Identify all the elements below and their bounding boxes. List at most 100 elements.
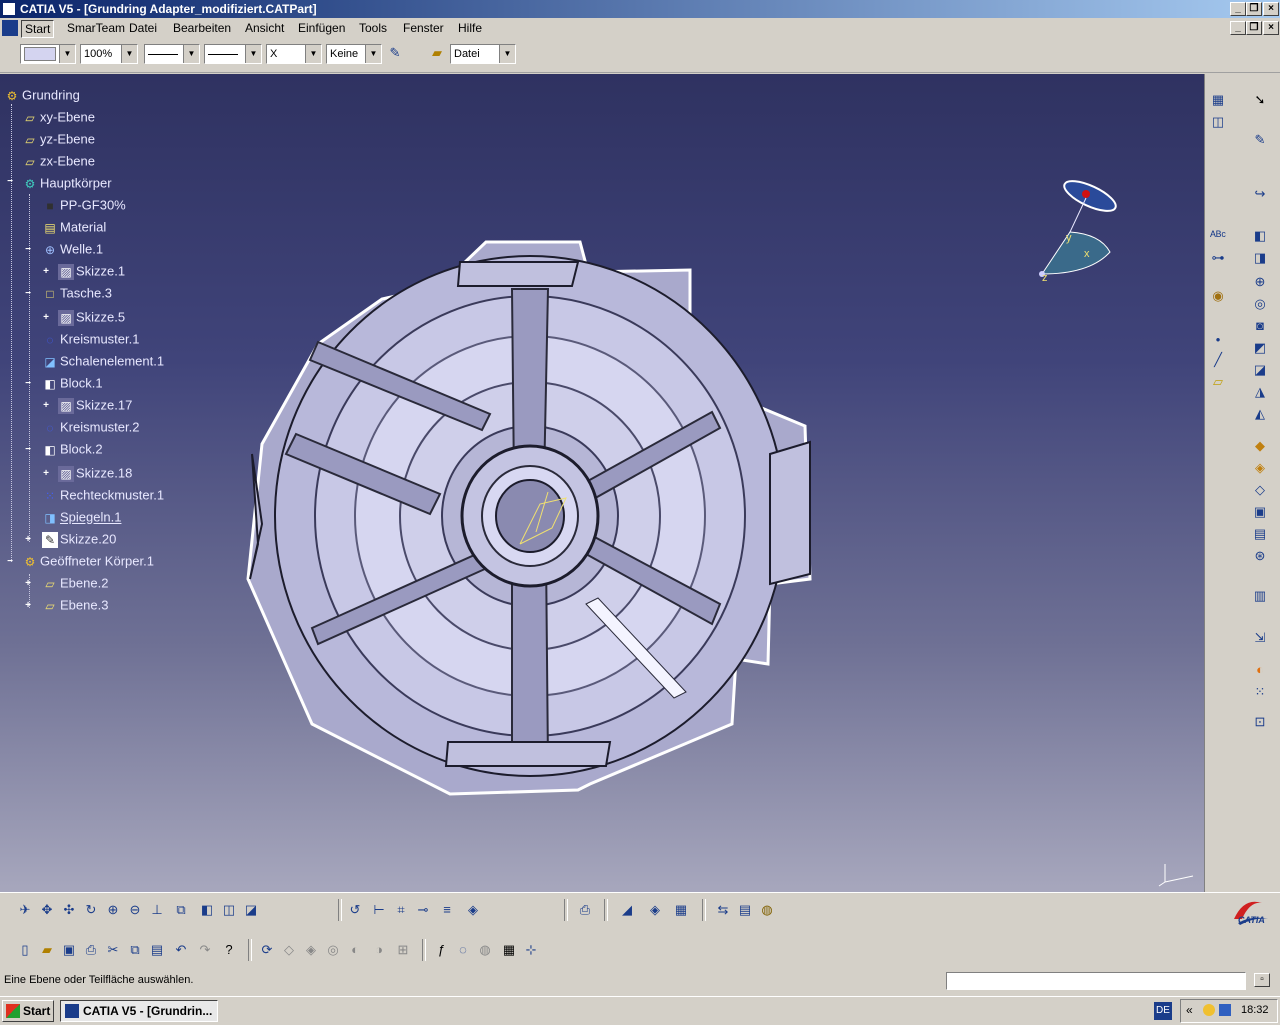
thickness-icon[interactable]: ▤	[1251, 526, 1269, 542]
tree-item-xy-ebene[interactable]: ▱ xy-Ebene	[22, 108, 95, 126]
dimension-icon[interactable]: ⌗	[392, 901, 410, 919]
collapse-icon[interactable]: −	[24, 379, 32, 389]
paste-icon[interactable]: ▤	[148, 941, 166, 959]
rib-icon[interactable]: ◩	[1251, 340, 1269, 356]
print-icon[interactable]: ⎙	[576, 901, 594, 919]
hole-icon[interactable]: ◎	[1251, 296, 1269, 312]
draft-icon[interactable]: ◇	[1251, 482, 1269, 498]
expand-icon[interactable]: +	[42, 469, 50, 479]
menu-ansicht[interactable]: Ansicht	[242, 20, 287, 36]
format-painter-icon[interactable]: ✎	[386, 44, 404, 62]
pocket-icon[interactable]: ◨	[1251, 250, 1269, 266]
tree-item-material-pp-gf30[interactable]: ■ PP-GF30%	[42, 196, 125, 214]
comment-icon[interactable]: ◌	[454, 941, 472, 959]
tree-item-ebene-3[interactable]: ▱ Ebene.3	[42, 596, 108, 614]
stiffener-icon[interactable]: ◮	[1251, 384, 1269, 400]
collapse-icon[interactable]: −	[6, 177, 14, 187]
select-arrow-icon[interactable]: ➘	[1251, 92, 1269, 108]
expand-icon[interactable]: +	[42, 267, 50, 277]
collapse-icon[interactable]: −	[24, 445, 32, 455]
tree-item-skizze-18[interactable]: ▨ Skizze.18	[58, 464, 132, 482]
line-thickness-combo[interactable]: ▼	[144, 44, 200, 64]
copy-icon[interactable]: ⧉	[126, 941, 144, 959]
slot-icon[interactable]: ◪	[1251, 362, 1269, 378]
apply-material-icon[interactable]: ◉	[1209, 288, 1227, 304]
render-style-icon[interactable]: ◧	[198, 901, 216, 919]
tree-item-zx-ebene[interactable]: ▱ zx-Ebene	[22, 152, 95, 170]
scaling-icon[interactable]: ⊡	[1251, 714, 1269, 730]
new-file-icon[interactable]: ▯	[16, 941, 34, 959]
mirror-icon[interactable]: ◐	[1251, 662, 1269, 678]
tray-network-icon[interactable]	[1219, 1004, 1231, 1016]
table-icon[interactable]: ▦	[500, 941, 518, 959]
layer-combo[interactable]: Keine ▼	[326, 44, 382, 64]
doc-close-icon[interactable]: ×	[1263, 21, 1279, 35]
expand-icon[interactable]: +	[42, 401, 50, 411]
command-input[interactable]	[946, 972, 1246, 990]
thread-icon[interactable]: ⊛	[1251, 548, 1269, 564]
texture-icon[interactable]: ◈	[646, 901, 664, 919]
tree-item-grundring[interactable]: ⚙ Grundring	[4, 86, 80, 104]
bulb-icon[interactable]: ◍	[758, 901, 776, 919]
plane-icon[interactable]: ▱	[1209, 374, 1227, 390]
list-icon[interactable]: ≡	[438, 901, 456, 919]
doc-restore-icon[interactable]: ❐	[1246, 21, 1262, 35]
apply-material-icon[interactable]: ◢	[618, 901, 636, 919]
datum-icon[interactable]: ◇	[280, 941, 298, 959]
command-button-icon[interactable]: ▫	[1254, 973, 1270, 987]
tray-app-icon[interactable]	[1203, 1004, 1215, 1016]
formula-icon[interactable]: ƒ	[432, 941, 450, 959]
line-icon[interactable]: ╱	[1209, 352, 1227, 368]
transformation-icon[interactable]: ⇲	[1251, 630, 1269, 646]
chamfer-icon[interactable]: ◈	[1251, 460, 1269, 476]
rotate-icon[interactable]: ↻	[82, 901, 100, 919]
normal-view-icon[interactable]: ⊥	[148, 901, 166, 919]
collapse-icon[interactable]: −	[6, 557, 14, 567]
expand-icon[interactable]: +	[24, 535, 32, 545]
update-icon[interactable]: ⟳	[258, 941, 276, 959]
point-icon[interactable]: •	[1209, 332, 1227, 348]
menu-fenster[interactable]: Fenster	[400, 20, 447, 36]
shell-icon[interactable]: ▣	[1251, 504, 1269, 520]
tree-item-skizze-1[interactable]: ▨ Skizze.1	[58, 262, 125, 280]
fit-all-icon[interactable]: ✥	[38, 901, 56, 919]
boolean-icon[interactable]: ▥	[1251, 588, 1269, 604]
zoom-out-icon[interactable]: ⊖	[126, 901, 144, 919]
menu-start[interactable]: Start	[21, 20, 55, 38]
tree-item-yz-ebene[interactable]: ▱ yz-Ebene	[22, 130, 95, 148]
sketcher-icon[interactable]: ✎	[1251, 132, 1269, 148]
menu-bearbeiten[interactable]: Bearbeiten	[170, 20, 234, 36]
tree-item-skizze-17[interactable]: ▨ Skizze.17	[58, 396, 132, 414]
menu-hilfe[interactable]: Hilfe	[455, 20, 485, 36]
tree-item-block-2[interactable]: ◧ Block.2	[42, 440, 102, 458]
lamp-icon[interactable]: ◍	[476, 941, 494, 959]
edge-fillet-icon[interactable]: ◆	[1251, 438, 1269, 454]
shaft-icon[interactable]: ⊕	[1251, 274, 1269, 290]
groove-icon[interactable]: ◙	[1251, 318, 1269, 334]
redo-icon[interactable]: ↷	[196, 941, 214, 959]
catia-menu-icon[interactable]	[2, 20, 18, 36]
close-icon[interactable]: ×	[1263, 2, 1279, 16]
tree-item-spiegeln-1[interactable]: ◨ Spiegeln.1	[42, 508, 121, 526]
tree-item-kreismuster-1[interactable]: ◌ Kreismuster.1	[42, 330, 139, 348]
views-icon[interactable]: ⧉	[172, 901, 190, 919]
layer-icon[interactable]: ◈	[464, 901, 482, 919]
tree-item-skizze-5[interactable]: ▨ Skizze.5	[58, 308, 125, 326]
doc-minimize-icon[interactable]: _	[1230, 21, 1246, 35]
menu-einfuegen[interactable]: Einfügen	[295, 20, 348, 36]
collapse-icon[interactable]: −	[24, 289, 32, 299]
tree-item-geoeffneter-koerper-1[interactable]: ⚙ Geöffneter Körper.1	[22, 552, 154, 570]
menu-datei[interactable]: Datei	[126, 20, 160, 36]
tree-item-kreismuster-2[interactable]: ◌ Kreismuster.2	[42, 418, 139, 436]
local-update-icon[interactable]: ◎	[324, 941, 342, 959]
line-type-combo[interactable]: ▼	[204, 44, 262, 64]
minimize-icon[interactable]: _	[1230, 2, 1246, 16]
compass-widget[interactable]	[1030, 174, 1130, 284]
analysis-icon[interactable]: ▦	[672, 901, 690, 919]
start-button[interactable]: Start	[2, 1000, 54, 1022]
tree-item-material[interactable]: ▤ Material	[42, 218, 106, 236]
tree-item-hauptkoerper[interactable]: ⚙ Hauptkörper	[22, 174, 112, 192]
language-indicator[interactable]: DE	[1154, 1002, 1172, 1020]
undo-icon[interactable]: ↶	[172, 941, 190, 959]
file-combo[interactable]: Datei ▼	[450, 44, 516, 64]
